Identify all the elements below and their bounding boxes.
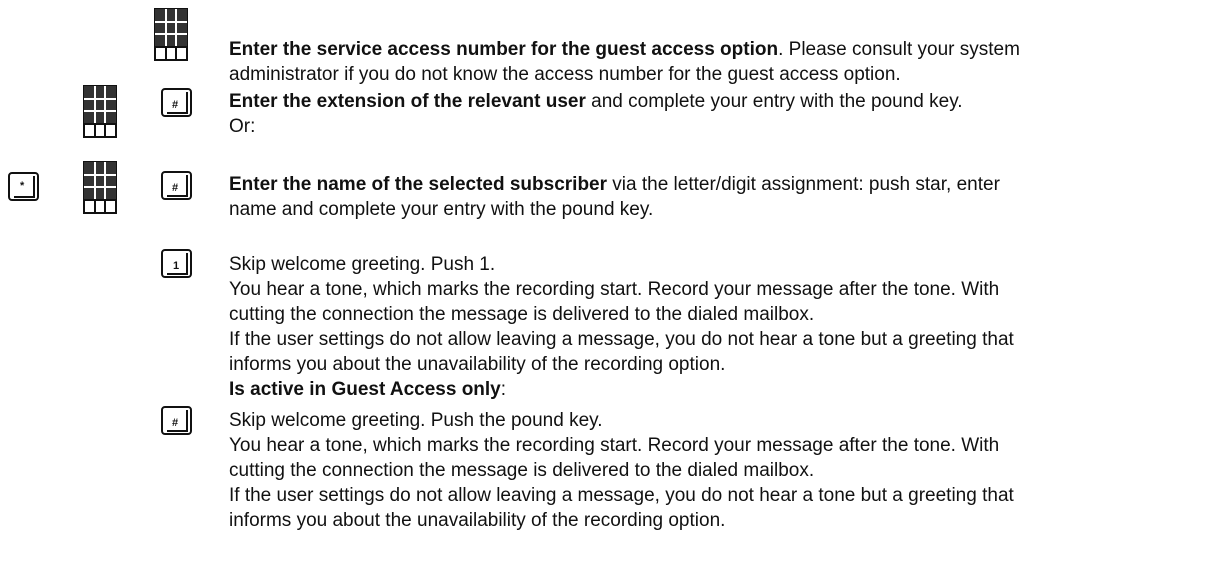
step-4-text: Skip welcome greeting. Push 1. You hear … [229,252,1219,402]
step-3-line-2: name and complete your entry with the po… [229,199,654,220]
step-3-bold: Enter the name of the selected subscribe… [229,174,608,195]
step-5-line-1: Skip welcome greeting. Push the pound ke… [229,410,603,431]
step-2-text: Enter the extension of the relevant user… [229,89,1219,139]
step-4-line-3: cutting the connection the message is de… [229,304,815,325]
pound-key-label: # [172,99,178,111]
step-5-text: Skip welcome greeting. Push the pound ke… [229,408,1219,533]
one-key-label: 1 [173,260,179,272]
step-5-line-5: informs you about the unavailability of … [229,510,726,531]
step-2-line-2: Or: [229,116,256,137]
step-5-line-4: If the user settings do not allow leavin… [229,485,1014,506]
step-1-bold: Enter the service access number for the … [229,39,779,60]
star-key-label: * [20,180,25,192]
keypad-icon [154,8,188,61]
pound-key-icon: # [161,406,192,435]
step-4-line-4: If the user settings do not allow leavin… [229,329,1014,350]
step-1-line-2: administrator if you do not know the acc… [229,64,901,85]
step-4-line-5: informs you about the unavailability of … [229,354,726,375]
pound-key-label: # [172,417,178,429]
step-5-line-2: You hear a tone, which marks the recordi… [229,435,1000,456]
star-key-icon: * [8,172,39,201]
pound-key-icon: # [161,88,192,117]
pound-key-icon: # [161,171,192,200]
step-4-bold-note-suffix: : [500,379,507,400]
step-2-line-1: and complete your entry with the pound k… [585,91,963,112]
step-1-line-1: . Please consult your system [778,39,1020,60]
keypad-icon [83,161,117,214]
step-1-text: Enter the service access number for the … [229,37,1219,87]
keypad-icon [83,85,117,138]
step-4-bold-note: Is active in Guest Access only [229,379,501,400]
step-5-line-3: cutting the connection the message is de… [229,460,815,481]
step-3-line-1: via the letter/digit assignment: push st… [607,174,1000,195]
step-4-line-1: Skip welcome greeting. Push 1. [229,254,496,275]
step-3-text: Enter the name of the selected subscribe… [229,172,1219,222]
pound-key-label: # [172,182,178,194]
step-4-line-2: You hear a tone, which marks the recordi… [229,279,1000,300]
one-key-icon: 1 [161,249,192,278]
step-2-bold: Enter the extension of the relevant user [229,91,586,112]
